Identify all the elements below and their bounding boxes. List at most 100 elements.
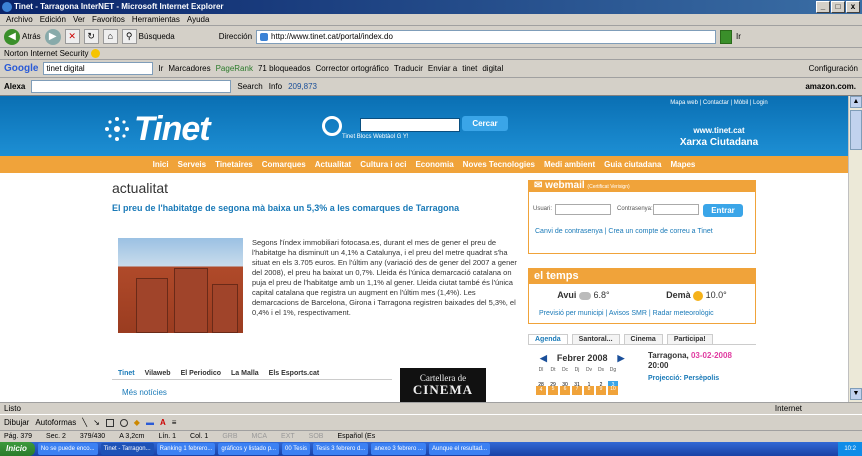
- taskbar-item[interactable]: 00 Tesis: [282, 443, 310, 455]
- tab-els-esports[interactable]: Els Esports.cat: [269, 370, 320, 379]
- google-settings-button[interactable]: Configuración: [809, 64, 858, 73]
- address-input[interactable]: http://www.tinet.cat/portal/index.do: [256, 29, 717, 44]
- nav-serveis[interactable]: Serveis: [178, 160, 206, 169]
- cercar-button[interactable]: Cercar: [462, 116, 508, 131]
- user-input[interactable]: [555, 204, 611, 215]
- nav-guia-ciutadana[interactable]: Guia ciutadana: [604, 160, 661, 169]
- tab-el-periodico[interactable]: El Periodico: [181, 370, 221, 379]
- cinema-banner[interactable]: Cartellera de CINEMA: [400, 368, 486, 402]
- nav-comarques[interactable]: Comarques: [262, 160, 306, 169]
- google-logo[interactable]: Google: [4, 63, 38, 74]
- calendar-day[interactable]: 8: [584, 386, 594, 395]
- nav-economia[interactable]: Economia: [415, 160, 453, 169]
- site-search-input[interactable]: [360, 118, 460, 132]
- back-button[interactable]: ◀ Atrás: [4, 28, 41, 45]
- google-search-input[interactable]: tinet digital: [43, 62, 154, 75]
- tab-participa[interactable]: Participa!: [666, 334, 713, 344]
- maximize-button[interactable]: □: [831, 1, 845, 13]
- alexa-search-input[interactable]: [31, 80, 232, 93]
- arrow-tool-icon[interactable]: ↘: [93, 418, 100, 427]
- tab-vilaweb[interactable]: Vilaweb: [145, 370, 171, 379]
- taskbar-item[interactable]: anexo 3 febrero ...: [371, 443, 427, 455]
- scroll-down-icon[interactable]: ▼: [850, 388, 862, 400]
- news-photo[interactable]: [118, 238, 243, 333]
- close-button[interactable]: x: [846, 1, 860, 13]
- tab-la-malla[interactable]: La Malla: [231, 370, 259, 379]
- scroll-thumb[interactable]: [850, 110, 862, 150]
- nav-actualitat[interactable]: Actualitat: [315, 160, 351, 169]
- scroll-up-icon[interactable]: ▲: [850, 96, 862, 108]
- menu-ayuda[interactable]: Ayuda: [187, 14, 210, 25]
- nav-tinetaires[interactable]: Tinetaires: [215, 160, 253, 169]
- draw-menu[interactable]: Dibujar: [4, 418, 29, 427]
- prev-month-icon[interactable]: ◀: [540, 353, 547, 364]
- tab-tinet[interactable]: Tinet: [118, 370, 135, 379]
- tab-santoral[interactable]: Santoral...: [571, 334, 620, 344]
- highlight-tinet[interactable]: tinet: [462, 64, 477, 73]
- refresh-button[interactable]: ↻: [83, 29, 99, 44]
- calendar-day[interactable]: 5: [548, 386, 558, 395]
- norton-icon[interactable]: [90, 49, 100, 59]
- page-scrollbar[interactable]: ▲ ▼: [848, 96, 862, 402]
- nav-inici[interactable]: Inici: [153, 160, 169, 169]
- nav-mapes[interactable]: Mapes: [670, 160, 695, 169]
- stop-button[interactable]: ✕: [64, 29, 80, 44]
- menu-ver[interactable]: Ver: [73, 14, 85, 25]
- calendar-day[interactable]: 9: [596, 386, 606, 395]
- nav-cultura[interactable]: Cultura i oci: [360, 160, 406, 169]
- search-button[interactable]: ⚲ Búsqueda: [121, 29, 175, 44]
- translate-button[interactable]: Traducir: [394, 64, 423, 73]
- go-button[interactable]: [720, 29, 733, 44]
- taskbar-item[interactable]: No se puede enco...: [37, 443, 98, 455]
- popup-blocker[interactable]: 71 bloqueados: [258, 64, 311, 73]
- rectangle-tool-icon[interactable]: [105, 418, 114, 427]
- alexa-info-button[interactable]: Info: [269, 82, 282, 91]
- news-headline[interactable]: El preu de l'habitatge de segona mà baix…: [112, 202, 517, 214]
- system-tray-clock[interactable]: 10:2: [838, 442, 862, 456]
- forward-button[interactable]: ▶: [44, 28, 61, 45]
- line-color-icon[interactable]: ▬: [146, 418, 154, 427]
- calendar-day[interactable]: 7: [572, 386, 582, 395]
- tab-agenda[interactable]: Agenda: [528, 334, 568, 344]
- google-go-button[interactable]: Ir: [158, 64, 163, 73]
- highlight-digital[interactable]: digital: [482, 64, 503, 73]
- home-button[interactable]: ⌂: [102, 29, 118, 44]
- header-top-links[interactable]: Mapa web | Contactar | Mòbil | Login: [600, 100, 838, 106]
- event-heading[interactable]: Tarragona, 03-02-2008 20:00: [648, 351, 754, 371]
- spellcheck-button[interactable]: Corrector ortográfico: [315, 64, 388, 73]
- autoshapes-menu[interactable]: Autoformas: [35, 418, 76, 427]
- calendar-day[interactable]: 10: [608, 386, 618, 395]
- calendar-day[interactable]: 6: [560, 386, 570, 395]
- bookmarks-button[interactable]: Marcadores: [168, 64, 210, 73]
- tab-cinema[interactable]: Cinema: [623, 334, 663, 344]
- line-tool-icon[interactable]: ╲: [82, 418, 87, 427]
- norton-label[interactable]: Norton Internet Security: [4, 49, 88, 58]
- password-input[interactable]: [653, 204, 699, 215]
- menu-edicion[interactable]: Edición: [40, 14, 66, 25]
- entrar-button[interactable]: Entrar: [703, 204, 743, 217]
- menu-herramientas[interactable]: Herramientas: [132, 14, 180, 25]
- minimize-button[interactable]: _: [816, 1, 830, 13]
- menu-archivo[interactable]: Archivo: [6, 14, 33, 25]
- nav-medi-ambient[interactable]: Medi ambient: [544, 160, 595, 169]
- taskbar-item[interactable]: Aunque el resultad...: [429, 443, 491, 455]
- amazon-link[interactable]: amazon.com.: [805, 82, 856, 91]
- more-news-link[interactable]: Més notícies: [122, 388, 167, 397]
- alexa-search-button[interactable]: Search: [237, 82, 262, 91]
- font-color-icon[interactable]: A: [160, 418, 166, 427]
- taskbar-item[interactable]: gráficos y listado p...: [218, 443, 280, 455]
- nav-noves-tecnologies[interactable]: Noves Tecnologies: [463, 160, 535, 169]
- send-to-button[interactable]: Enviar a: [428, 64, 457, 73]
- weather-links[interactable]: Previsió per municipi | Avisos SMR | Rad…: [539, 310, 714, 317]
- oval-tool-icon[interactable]: [119, 418, 128, 427]
- search-source-options[interactable]: Tinet Blocs Webtàol G Y!: [342, 134, 409, 140]
- taskbar-item[interactable]: Ranking 1 febrero...: [156, 443, 216, 455]
- alexa-logo[interactable]: Alexa: [4, 82, 25, 91]
- taskbar-item-active[interactable]: Tinet - Tarragon...: [100, 443, 154, 455]
- event-title[interactable]: Projecció: Persèpolis: [648, 375, 719, 382]
- start-button[interactable]: Inicio: [0, 442, 35, 456]
- site-logo[interactable]: Tinet: [134, 110, 211, 149]
- webmail-links[interactable]: Canvi de contrasenya | Crea un compte de…: [535, 228, 713, 235]
- calendar-day[interactable]: 4: [536, 386, 546, 395]
- fill-color-icon[interactable]: ◆: [134, 418, 140, 427]
